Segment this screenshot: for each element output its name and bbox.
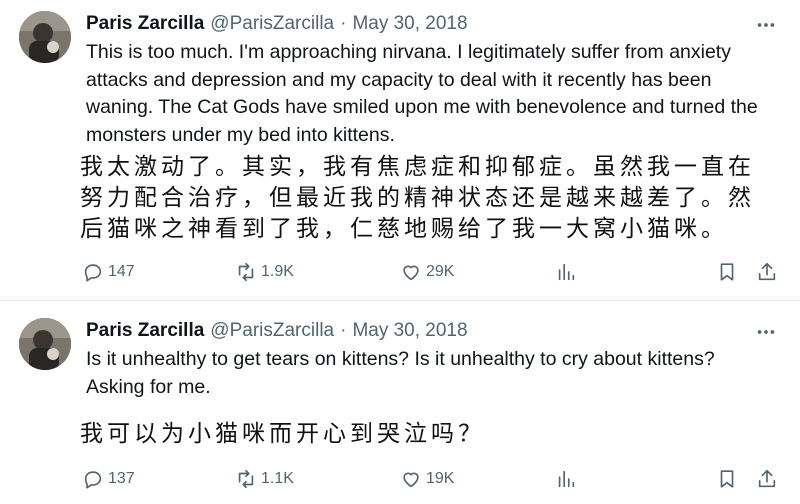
avatar[interactable] (19, 11, 71, 63)
views-button[interactable] (555, 467, 577, 491)
retweet-count: 1.1K (261, 470, 294, 487)
tweet-actions: 137 1.1K 19K (80, 467, 780, 491)
tweet-text: This is too much. I'm approaching nirvan… (86, 41, 758, 146)
like-button[interactable]: 19K (400, 467, 454, 491)
retweet-icon (238, 469, 254, 489)
tweet-translation: 我太激动了。其实，我有焦虑症和抑郁症。虽然我一直在努力配合治疗，但最近我的精神状… (80, 154, 755, 242)
retweet-button[interactable]: 1.1K (235, 467, 294, 491)
tweet-header: Paris Zarcilla @ParisZarcilla · May 30, … (86, 11, 468, 37)
separator-dot: · (340, 13, 347, 34)
heart-icon (403, 265, 419, 281)
author-handle[interactable]: @ParisZarcilla (210, 13, 334, 35)
retweet-count: 1.9K (261, 263, 294, 280)
share-button[interactable] (756, 260, 778, 284)
more-horizontal-icon[interactable] (754, 320, 778, 344)
tweet-actions: 147 1.9K 29K (80, 260, 780, 284)
author-name[interactable]: Paris Zarcilla (86, 320, 204, 342)
author-handle[interactable]: @ParisZarcilla (210, 320, 334, 342)
tweet-text: Is it unhealthy to get tears on kittens?… (86, 348, 715, 398)
tweet-header: Paris Zarcilla @ParisZarcilla · May 30, … (86, 318, 468, 344)
more-horizontal-icon[interactable] (754, 13, 778, 37)
like-count: 29K (426, 263, 455, 280)
views-button[interactable] (555, 260, 577, 284)
bookmark-button[interactable] (716, 467, 738, 491)
reply-count: 147 (108, 263, 135, 280)
like-button[interactable]: 29K (400, 260, 454, 284)
heart-icon (403, 472, 419, 488)
separator-dot: · (340, 320, 347, 341)
retweet-button[interactable]: 1.9K (235, 260, 294, 284)
avatar[interactable] (19, 318, 71, 370)
author-name[interactable]: Paris Zarcilla (86, 13, 204, 35)
tweet-date[interactable]: May 30, 2018 (352, 13, 467, 35)
bookmark-button[interactable] (716, 260, 738, 284)
reply-button[interactable]: 147 (82, 260, 135, 284)
retweet-icon (238, 262, 254, 282)
views-bar-chart-icon (558, 470, 575, 488)
tweet[interactable]: Paris Zarcilla @ParisZarcilla · May 30, … (0, 0, 800, 300)
views-bar-chart-icon (558, 263, 575, 281)
like-count: 19K (426, 470, 455, 487)
tweet[interactable]: Paris Zarcilla @ParisZarcilla · May 30, … (0, 301, 800, 504)
bookmark-icon (720, 470, 734, 488)
share-icon (758, 262, 776, 281)
bookmark-icon (720, 263, 734, 281)
tweet-translation: 我可以为小猫咪而开心到哭泣吗？ (80, 421, 485, 447)
reply-button[interactable]: 137 (82, 467, 135, 491)
tweet-date[interactable]: May 30, 2018 (352, 320, 467, 342)
share-icon (758, 469, 776, 488)
reply-count: 137 (108, 470, 135, 487)
share-button[interactable] (756, 467, 778, 491)
reply-icon (84, 471, 102, 489)
reply-icon (84, 264, 102, 282)
